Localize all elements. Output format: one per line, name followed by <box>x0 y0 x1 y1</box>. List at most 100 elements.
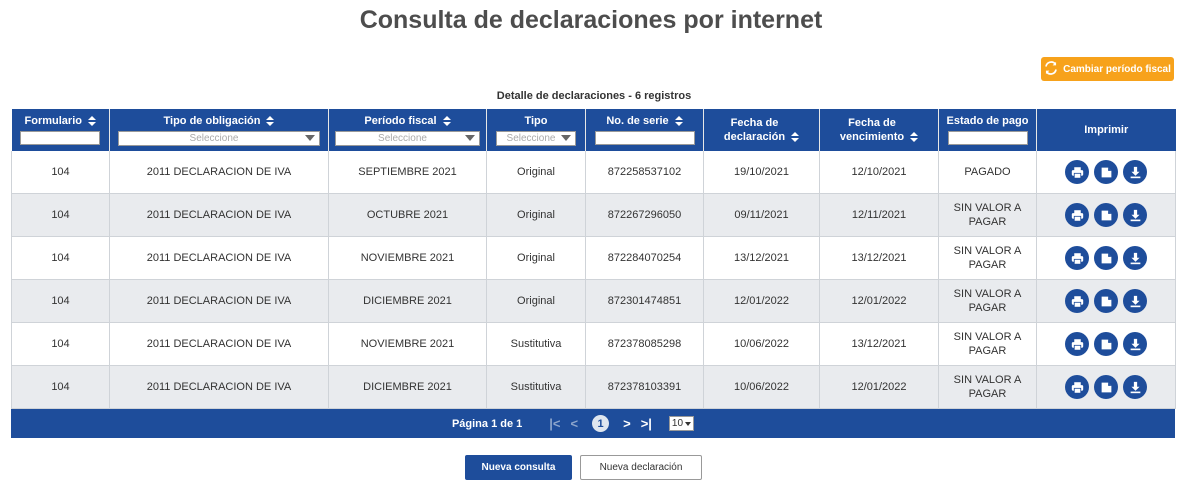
sort-icon <box>910 131 919 143</box>
download-button[interactable] <box>1123 289 1147 313</box>
download-icon <box>1129 381 1142 394</box>
view-document-button[interactable] <box>1094 246 1118 270</box>
col-estado-label: Estado de pago <box>946 115 1029 127</box>
view-document-button[interactable] <box>1094 160 1118 184</box>
chevron-down-icon <box>465 135 475 141</box>
cell-estado: SIN VALOR A PAGAR <box>938 322 1037 366</box>
prev-page-button[interactable]: < <box>571 416 579 431</box>
filter-tipo-select[interactable]: Seleccione <box>496 130 576 146</box>
cell-imprimir <box>1036 236 1176 280</box>
sort-icon <box>266 115 275 127</box>
print-button[interactable] <box>1065 203 1089 227</box>
print-button[interactable] <box>1065 160 1089 184</box>
sort-serie[interactable]: No. de serie <box>586 115 703 128</box>
cell-obligacion: 2011 DECLARACION DE IVA <box>109 151 329 194</box>
change-period-button[interactable]: Cambiar período fiscal <box>1041 57 1174 81</box>
col-periodo-label: Período fiscal <box>364 114 437 127</box>
download-button[interactable] <box>1123 160 1147 184</box>
view-document-button[interactable] <box>1094 375 1118 399</box>
cell-periodo: OCTUBRE 2021 <box>328 193 487 237</box>
cell-serie: 872378103391 <box>585 365 704 409</box>
cell-fecha-declaracion: 10/06/2022 <box>703 365 820 409</box>
print-button[interactable] <box>1065 332 1089 356</box>
cell-fecha-vencimiento: 12/01/2022 <box>819 279 939 323</box>
table-row: 104 2011 DECLARACION DE IVA OCTUBRE 2021 Or… <box>11 193 1176 237</box>
col-serie: No. de serie <box>585 109 704 151</box>
download-icon <box>1129 295 1142 308</box>
document-icon <box>1100 166 1113 179</box>
sort-fecha-vencimiento[interactable]: Fecha de vencimiento <box>820 116 938 144</box>
current-page-button[interactable]: 1 <box>592 415 610 432</box>
print-button[interactable] <box>1065 289 1089 313</box>
col-tipo-obligacion: Tipo de obligación Seleccione <box>109 109 329 151</box>
cell-obligacion: 2011 DECLARACION DE IVA <box>109 322 329 366</box>
sort-icon <box>87 116 96 127</box>
sort-periodo[interactable]: Período fiscal <box>329 115 486 128</box>
refresh-icon <box>1044 60 1058 78</box>
filter-estado-input[interactable] <box>947 131 1028 145</box>
view-document-button[interactable] <box>1094 203 1118 227</box>
cell-obligacion: 2011 DECLARACION DE IVA <box>109 365 329 409</box>
cell-imprimir <box>1036 365 1176 409</box>
print-button[interactable] <box>1065 375 1089 399</box>
sort-icon <box>442 115 451 127</box>
cell-estado: SIN VALOR A PAGAR <box>938 365 1037 409</box>
col-fecha-vencimiento: Fecha de vencimiento <box>819 109 939 151</box>
cell-periodo: DICIEMBRE 2021 <box>328 279 487 323</box>
print-button[interactable] <box>1065 246 1089 270</box>
table-row: 104 2011 DECLARACION DE IVA NOVIEMBRE 2021… <box>11 322 1176 366</box>
new-declaration-button[interactable]: Nueva declaración <box>580 455 702 480</box>
sort-tipo-obligacion[interactable]: Tipo de obligación <box>110 115 328 128</box>
cell-fecha-declaracion: 09/11/2021 <box>703 193 820 237</box>
document-icon <box>1100 209 1113 222</box>
cell-tipo: Original <box>486 151 586 194</box>
estado-line1: SIN VALOR A <box>953 331 1022 343</box>
download-icon <box>1129 166 1142 179</box>
estado-line1: PAGADO <box>964 166 1011 178</box>
new-query-button[interactable]: Nueva consulta <box>465 455 572 480</box>
cell-periodo: NOVIEMBRE 2021 <box>328 236 487 280</box>
cell-tipo: Sustitutiva <box>486 322 586 366</box>
row-actions <box>1037 203 1175 227</box>
filter-obligacion-select[interactable]: Seleccione <box>118 130 320 146</box>
col-fecha-declaracion-line2: declaración <box>723 131 786 143</box>
cell-serie: 872284070254 <box>585 236 704 280</box>
cell-tipo: Original <box>486 279 586 323</box>
filter-formulario-input[interactable] <box>20 131 101 145</box>
col-estado: Estado de pago <box>938 109 1037 151</box>
cell-serie: 872258537102 <box>585 151 704 194</box>
chevron-down-icon <box>685 421 692 426</box>
sort-fecha-declaracion[interactable]: Fecha de declaración <box>704 116 819 144</box>
filter-periodo-select[interactable]: Seleccione <box>335 130 480 146</box>
col-imprimir: Imprimir <box>1036 109 1176 151</box>
view-document-button[interactable] <box>1094 332 1118 356</box>
first-page-button[interactable]: |< <box>549 416 560 431</box>
view-document-button[interactable] <box>1094 289 1118 313</box>
download-button[interactable] <box>1123 375 1147 399</box>
cell-tipo: Sustitutiva <box>486 365 586 409</box>
cell-obligacion: 2011 DECLARACION DE IVA <box>109 193 329 237</box>
cell-periodo: DICIEMBRE 2021 <box>328 365 487 409</box>
download-button[interactable] <box>1123 332 1147 356</box>
cell-estado: SIN VALOR A PAGAR <box>938 236 1037 280</box>
page-size-select[interactable]: 10 <box>668 416 695 431</box>
sort-tipo[interactable]: Tipo <box>487 115 585 128</box>
filter-serie-input[interactable] <box>594 131 695 145</box>
sort-formulario[interactable]: Formulario <box>12 115 110 128</box>
download-button[interactable] <box>1123 246 1147 270</box>
select-placeholder: Seleccione <box>189 132 239 144</box>
row-actions <box>1037 289 1175 313</box>
col-fecha-vencimiento-line1: Fecha de <box>848 117 896 129</box>
cell-fecha-vencimiento: 13/12/2021 <box>819 322 939 366</box>
chevron-down-icon <box>561 135 571 141</box>
printer-icon <box>1071 166 1084 179</box>
sort-icon <box>674 116 683 127</box>
last-page-button[interactable]: >| <box>641 416 652 431</box>
printer-icon <box>1071 295 1084 308</box>
cell-formulario: 104 <box>11 322 110 366</box>
col-formulario: Formulario <box>11 109 110 151</box>
printer-icon <box>1071 252 1084 265</box>
next-page-button[interactable]: > <box>623 416 631 431</box>
document-icon <box>1100 252 1113 265</box>
download-button[interactable] <box>1123 203 1147 227</box>
